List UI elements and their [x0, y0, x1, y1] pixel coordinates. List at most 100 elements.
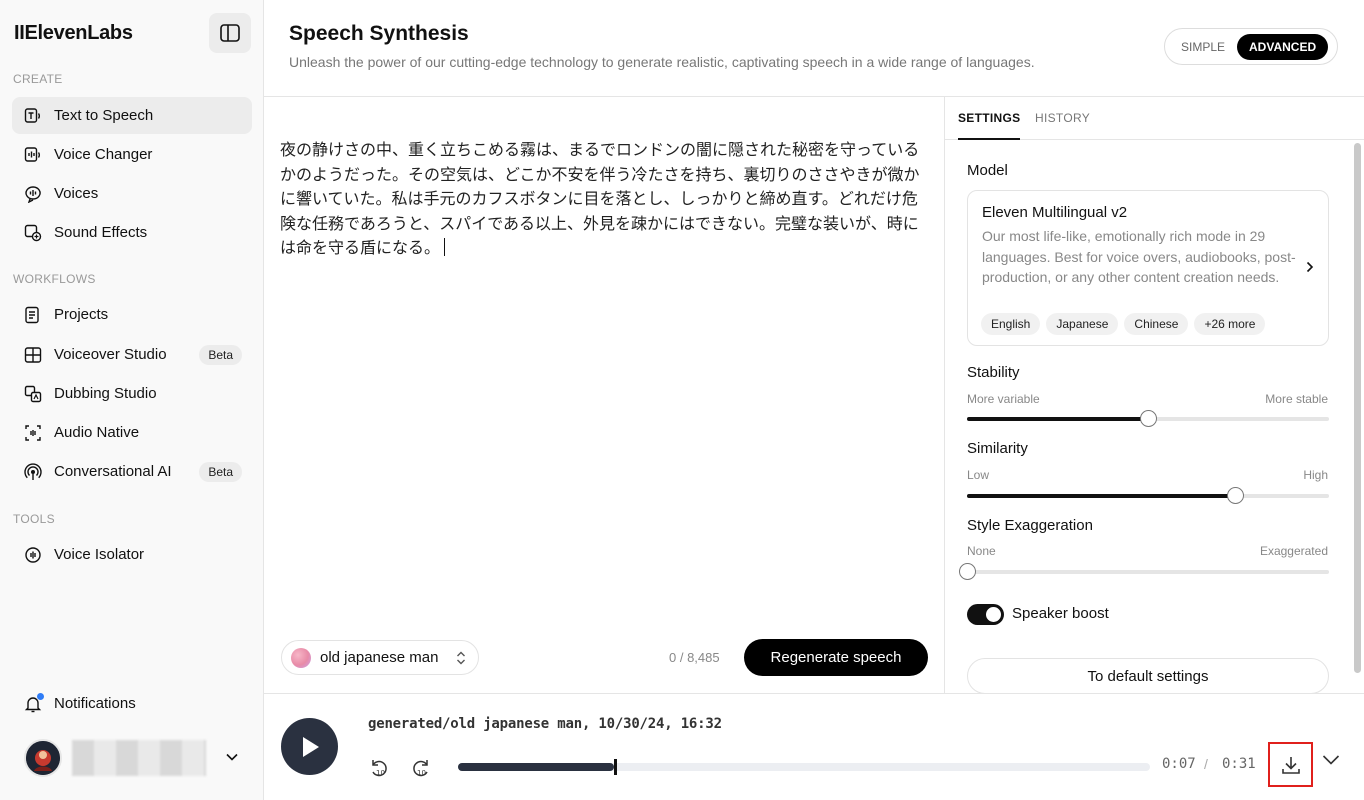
track-title: generated/old japanese man, 10/30/24, 16… — [368, 716, 722, 732]
stability-label: Stability — [967, 364, 1020, 381]
voiceover-studio-icon — [24, 346, 42, 364]
progress-fill — [458, 763, 615, 771]
sidebar-item-voice-isolator[interactable]: Voice Isolator — [12, 536, 252, 573]
time-separator: / — [1204, 756, 1208, 772]
total-duration: 0:31 — [1222, 756, 1256, 772]
stability-min-label: More variable — [967, 392, 1040, 406]
stability-slider[interactable] — [967, 410, 1329, 427]
conversational-ai-icon — [24, 462, 42, 481]
voice-changer-icon — [24, 146, 42, 164]
voices-icon — [24, 185, 42, 203]
slider-fill — [967, 417, 1148, 421]
current-time: 0:07 — [1162, 756, 1196, 772]
play-icon — [302, 736, 319, 757]
sidebar-item-label: Voiceover Studio — [54, 346, 167, 363]
bell-icon — [24, 692, 44, 713]
editor-text: 夜の静けさの中、重く立ちこめる霧は、まるでロンドンの闇に隠された秘密を守っている… — [280, 142, 920, 257]
style-exaggeration-label: Style Exaggeration — [967, 517, 1093, 534]
slider-knob[interactable] — [959, 563, 976, 580]
collapse-sidebar-button[interactable] — [209, 13, 251, 53]
forward-10-icon[interactable]: 10 — [410, 757, 432, 779]
dubbing-studio-icon — [24, 385, 42, 403]
language-chip-more: +26 more — [1194, 313, 1266, 335]
progress-thumb[interactable] — [614, 759, 618, 775]
stability-max-label: More stable — [1265, 392, 1328, 406]
page-subtitle: Unleash the power of our cutting-edge te… — [289, 54, 1035, 70]
slider-knob[interactable] — [1140, 410, 1157, 427]
sidebar-item-projects[interactable]: Projects — [12, 296, 252, 333]
sidebar-item-voices[interactable]: Voices — [12, 175, 252, 212]
chevron-down-icon[interactable] — [226, 753, 238, 761]
default-settings-button[interactable]: To default settings — [967, 658, 1329, 694]
sidebar-item-label: Voices — [54, 185, 99, 202]
similarity-max-label: High — [1303, 468, 1328, 482]
mode-advanced-button[interactable]: ADVANCED — [1237, 33, 1329, 60]
similarity-slider[interactable] — [967, 487, 1329, 504]
settings-panel: SETTINGS HISTORY Model Eleven Multilingu… — [944, 97, 1364, 694]
page-title: Speech Synthesis — [289, 22, 469, 45]
sidebar-item-label: Voice Changer — [54, 146, 153, 163]
svg-text:10: 10 — [417, 769, 426, 777]
panel-scrollbar[interactable] — [1354, 143, 1361, 673]
tab-history[interactable]: HISTORY — [1035, 111, 1090, 125]
slider-knob[interactable] — [1226, 487, 1244, 504]
chevron-down-icon[interactable] — [1322, 754, 1340, 766]
sidebar-item-voice-changer[interactable]: Voice Changer — [12, 136, 252, 173]
mode-toggle: SIMPLE ADVANCED — [1164, 28, 1338, 65]
speaker-boost-toggle[interactable] — [967, 604, 1004, 625]
beta-badge: Beta — [199, 345, 242, 365]
logo[interactable]: IIElevenLabs — [14, 22, 133, 45]
sidebar-item-text-to-speech[interactable]: Text to Speech — [12, 97, 252, 134]
page-header: Speech Synthesis Unleash the power of ou… — [264, 0, 1364, 97]
play-button[interactable] — [281, 718, 338, 775]
chevron-right-icon — [1306, 261, 1314, 273]
model-description: Our most life-like, emotionally rich mod… — [982, 228, 1296, 285]
sidebar-toggle-icon — [220, 24, 240, 42]
audio-native-icon — [24, 424, 42, 442]
sound-effects-icon — [24, 224, 42, 242]
playback-progress-bar[interactable] — [458, 759, 1150, 775]
svg-text:10: 10 — [376, 769, 385, 777]
notifications-label: Notifications — [54, 695, 136, 712]
user-name-redacted — [72, 740, 206, 776]
similarity-min-label: Low — [967, 468, 990, 482]
rewind-10-icon[interactable]: 10 — [368, 757, 390, 779]
projects-icon — [24, 306, 42, 324]
sidebar-item-audio-native[interactable]: Audio Native — [12, 414, 252, 451]
language-chip: Chinese — [1124, 313, 1189, 335]
sidebar-item-label: Projects — [54, 306, 109, 323]
character-count: 0 / 8,485 — [669, 650, 720, 665]
sidebar-item-label: Conversational AI — [54, 463, 172, 480]
settings-tabs: SETTINGS HISTORY — [945, 97, 1364, 140]
sidebar-item-label: Audio Native — [54, 424, 140, 441]
text-editor[interactable]: 夜の静けさの中、重く立ちこめる霧は、まるでロンドンの闇に隠された秘密を守っている… — [280, 139, 928, 262]
model-label: Model — [967, 162, 1008, 179]
chevron-up-down-icon — [457, 651, 465, 665]
download-icon — [1281, 756, 1300, 774]
mode-simple-button[interactable]: SIMPLE — [1169, 40, 1237, 54]
model-selector[interactable]: Eleven Multilingual v2 Our most life-lik… — [967, 190, 1329, 346]
download-button[interactable] — [1268, 742, 1313, 787]
style-exaggeration-slider[interactable] — [959, 563, 1329, 580]
notifications-button[interactable]: Notifications — [12, 685, 252, 722]
sidebar-item-sound-effects[interactable]: Sound Effects — [12, 214, 252, 251]
voice-select[interactable]: old japanese man — [281, 640, 479, 675]
avatar-image — [26, 741, 60, 775]
section-label-workflows: WORKFLOWS — [13, 272, 96, 286]
beta-badge: Beta — [199, 462, 242, 482]
text-to-speech-icon — [24, 107, 42, 125]
language-chip: English — [981, 313, 1041, 335]
sidebar-item-dubbing-studio[interactable]: Dubbing Studio — [12, 375, 252, 412]
style-max-label: Exaggerated — [1259, 544, 1328, 558]
regenerate-speech-button[interactable]: Regenerate speech — [744, 639, 928, 676]
sidebar-item-voiceover-studio[interactable]: Voiceover Studio Beta — [12, 336, 252, 373]
audio-player: generated/old japanese man, 10/30/24, 16… — [264, 693, 1364, 800]
language-chips: English Japanese Chinese +26 more — [981, 313, 1266, 335]
similarity-label: Similarity — [967, 440, 1028, 457]
avatar[interactable] — [24, 739, 62, 777]
sidebar-item-conversational-ai[interactable]: Conversational AI Beta — [12, 453, 252, 490]
speaker-boost-label: Speaker boost — [1012, 605, 1109, 622]
tab-settings[interactable]: SETTINGS — [958, 111, 1021, 140]
sidebar-item-label: Voice Isolator — [54, 546, 145, 563]
section-label-create: CREATE — [13, 72, 63, 86]
